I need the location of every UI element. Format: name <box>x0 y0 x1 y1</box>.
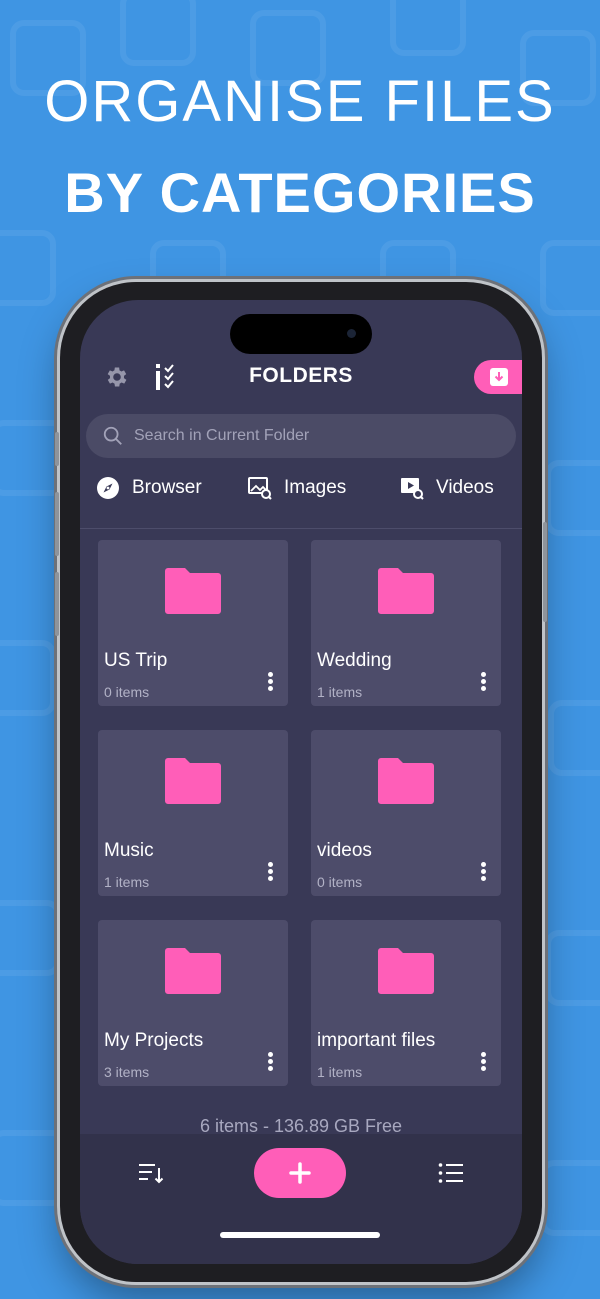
more-options-icon[interactable] <box>475 670 491 696</box>
phone-frame: FOLDERS Search in Current Folder Browser… <box>55 282 547 1282</box>
folder-card[interactable]: important files 1 items <box>311 920 501 1086</box>
folder-name: Wedding <box>317 650 392 671</box>
category-label: Browser <box>132 477 202 498</box>
folder-icon <box>165 948 221 994</box>
more-options-icon[interactable] <box>475 860 491 886</box>
folder-count: 1 items <box>317 684 363 700</box>
more-options-icon[interactable] <box>262 860 278 886</box>
folder-card[interactable]: Wedding 1 items <box>311 540 501 706</box>
phone-mute-switch <box>55 432 59 466</box>
folder-count: 0 items <box>317 874 363 890</box>
divider <box>80 528 522 529</box>
list-view-icon[interactable] <box>438 1162 464 1184</box>
search-icon <box>103 426 122 445</box>
search-bar[interactable] <box>86 414 516 458</box>
headline-primary: ORGANISE FILES <box>44 69 556 134</box>
search-input[interactable] <box>132 426 516 446</box>
dynamic-island <box>230 314 372 354</box>
category-label: Images <box>284 477 347 498</box>
folder-card[interactable]: Music 1 items <box>98 730 288 896</box>
folder-name: important files <box>317 1030 436 1051</box>
folder-card[interactable]: US Trip 0 items <box>98 540 288 706</box>
folder-count: 0 items <box>104 684 150 700</box>
add-folder-button[interactable] <box>254 1148 346 1198</box>
image-search-icon <box>248 477 272 500</box>
folder-name: videos <box>317 840 372 861</box>
category-label: Videos <box>436 477 494 498</box>
folder-card[interactable]: videos 0 items <box>311 730 501 896</box>
plus-icon <box>289 1162 311 1184</box>
more-options-icon[interactable] <box>475 1050 491 1076</box>
more-options-icon[interactable] <box>262 1050 278 1076</box>
sort-icon[interactable] <box>138 1162 164 1184</box>
compass-icon <box>97 477 119 499</box>
more-options-icon[interactable] <box>262 670 278 696</box>
phone-volume-up <box>55 492 59 556</box>
download-icon <box>490 368 508 386</box>
folder-icon <box>165 758 221 804</box>
headline-secondary: BY CATEGORIES <box>64 161 536 224</box>
top-bar: FOLDERS <box>80 358 522 398</box>
phone-power-button <box>543 522 547 622</box>
page-title: FOLDERS <box>249 364 353 387</box>
category-images[interactable]: Images <box>248 476 346 500</box>
folder-name: My Projects <box>104 1030 204 1051</box>
app-screen: FOLDERS Search in Current Folder Browser… <box>80 300 522 1264</box>
folder-card[interactable]: My Projects 3 items <box>98 920 288 1086</box>
category-row: Browser Images Videos <box>80 476 522 516</box>
category-browser[interactable]: Browser <box>96 476 202 500</box>
phone-volume-down <box>55 572 59 636</box>
folder-icon <box>378 758 434 804</box>
folder-count: 1 items <box>104 874 150 890</box>
bottom-bar <box>80 1134 522 1264</box>
folder-icon <box>378 948 434 994</box>
download-button[interactable] <box>474 360 522 394</box>
folder-count: 1 items <box>317 1064 363 1080</box>
folder-icon <box>378 568 434 614</box>
folder-name: Music <box>104 840 154 861</box>
folder-count: 3 items <box>104 1064 150 1080</box>
folder-icon <box>165 568 221 614</box>
folder-name: US Trip <box>104 650 168 671</box>
home-indicator[interactable] <box>220 1232 380 1238</box>
category-videos[interactable]: Videos <box>400 476 494 500</box>
video-search-icon <box>401 478 424 500</box>
